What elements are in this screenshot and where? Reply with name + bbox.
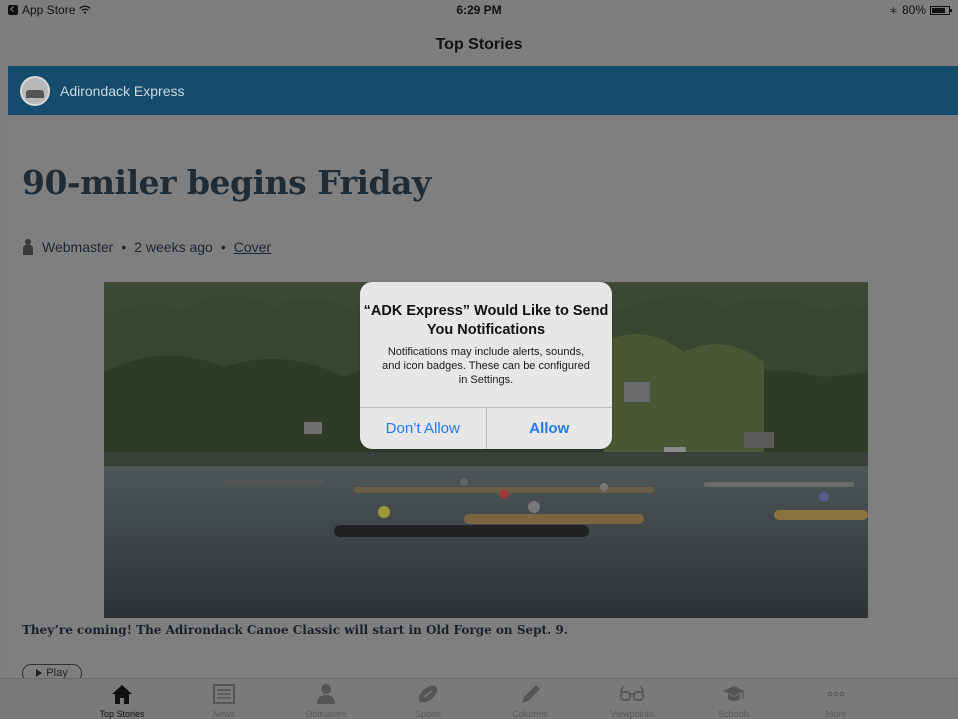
tab-top-stories[interactable]: Top Stories bbox=[71, 679, 173, 719]
dialog-button-row: Don’t Allow Allow bbox=[360, 407, 612, 449]
tab-label: Obituaries bbox=[305, 709, 347, 719]
tab-more[interactable]: More bbox=[785, 679, 887, 719]
more-icon bbox=[827, 691, 845, 697]
tab-label: Top Stories bbox=[99, 709, 145, 719]
tab-schools[interactable]: Schools bbox=[683, 679, 785, 719]
bluetooth-icon: ∗ bbox=[888, 4, 898, 17]
battery-icon bbox=[930, 5, 952, 15]
article-headline: 90-miler begins Friday bbox=[22, 163, 431, 202]
pencil-icon bbox=[522, 685, 540, 703]
status-bar: App Store 6:29 PM ∗ 80% bbox=[0, 0, 958, 20]
person-icon bbox=[317, 684, 335, 704]
notification-permission-dialog: “ADK Express” Would Like to Send You Not… bbox=[360, 282, 612, 449]
tab-sports[interactable]: Sports bbox=[377, 679, 479, 719]
tab-viewpoints[interactable]: Viewpoints bbox=[581, 679, 683, 719]
tab-label: Columns bbox=[512, 709, 548, 719]
site-header: Adirondack Express bbox=[8, 66, 958, 115]
football-icon bbox=[418, 685, 438, 703]
allow-button[interactable]: Allow bbox=[487, 408, 613, 449]
tab-bar: Top Stories News Obituaries Sports Colum… bbox=[0, 678, 958, 719]
site-logo bbox=[20, 75, 50, 106]
tab-news[interactable]: News bbox=[173, 679, 275, 719]
nav-title: Top Stories bbox=[435, 36, 523, 53]
dialog-message: Notifications may include alerts, sounds… bbox=[382, 346, 590, 386]
home-icon bbox=[112, 685, 132, 704]
graduation-cap-icon bbox=[723, 686, 745, 701]
tab-label: More bbox=[825, 709, 847, 719]
tab-label: Viewpoints bbox=[610, 709, 654, 719]
tab-label: Schools bbox=[717, 709, 751, 719]
photo-caption: They’re coming! The Adirondack Canoe Cla… bbox=[22, 623, 568, 637]
battery-percent: 80% bbox=[901, 3, 926, 17]
byline: Webmaster • 2 weeks ago • Cover bbox=[22, 239, 271, 255]
glasses-icon bbox=[620, 685, 644, 701]
tab-label: Sports bbox=[414, 709, 441, 719]
separator-dot: • bbox=[121, 239, 127, 255]
category-link[interactable]: Cover bbox=[234, 239, 271, 255]
play-icon bbox=[36, 669, 43, 677]
status-right: ∗ 80% bbox=[888, 3, 952, 17]
article-age: 2 weeks ago bbox=[134, 239, 213, 255]
navigation-bar: Top Stories bbox=[0, 20, 958, 66]
author-avatar-icon bbox=[22, 239, 34, 255]
site-name: Adirondack Express bbox=[60, 82, 185, 99]
newspaper-icon bbox=[213, 684, 235, 704]
status-time: 6:29 PM bbox=[456, 3, 502, 17]
tab-label: News bbox=[212, 709, 236, 719]
author-name: Webmaster bbox=[42, 239, 114, 255]
dialog-title: “ADK Express” Would Like to Send You Not… bbox=[363, 303, 609, 338]
tab-columns[interactable]: Columns bbox=[479, 679, 581, 719]
tab-obituaries[interactable]: Obituaries bbox=[275, 679, 377, 719]
dont-allow-button[interactable]: Don’t Allow bbox=[360, 408, 487, 449]
separator-dot: • bbox=[220, 239, 226, 255]
